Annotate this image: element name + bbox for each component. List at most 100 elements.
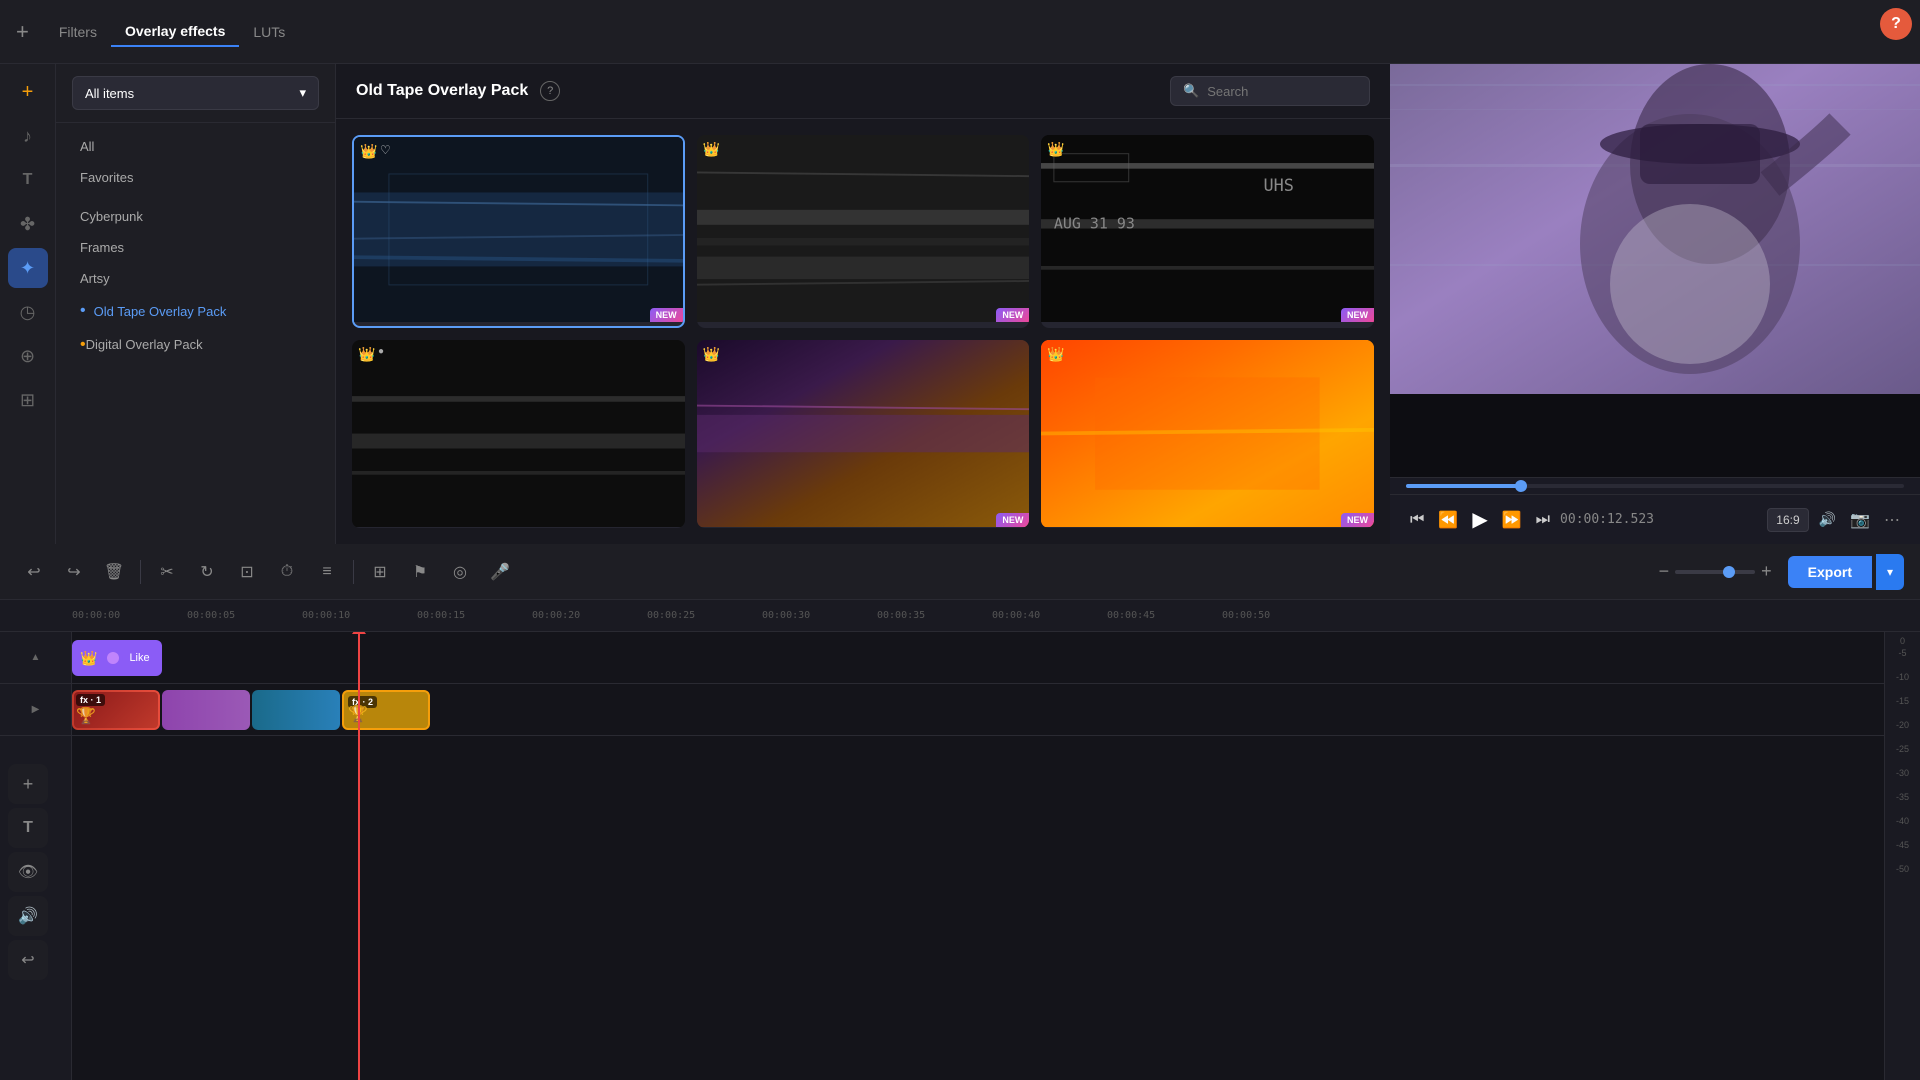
aspect-ratio-button[interactable]: 16:9 <box>1767 508 1808 532</box>
effect-card-tape1[interactable]: 👑 ♡ NEW Old tape 1 <box>352 135 685 328</box>
cut-button[interactable]: ✂ <box>149 554 185 590</box>
more-options-button[interactable]: ⋯ <box>1880 506 1904 534</box>
export-button[interactable]: Export <box>1788 556 1872 588</box>
new-badge-tape1: NEW <box>650 308 683 322</box>
crown-icon-tape3: 👑 <box>1047 141 1064 158</box>
category-item-cyberpunk[interactable]: Cyberpunk <box>56 201 335 232</box>
export-dropdown-button[interactable]: ▾ <box>1876 554 1904 590</box>
video-clip-3[interactable] <box>252 690 340 730</box>
help-icon[interactable]: ? <box>540 81 560 101</box>
sidebar-icon-grid[interactable]: ⊞ <box>8 380 48 420</box>
effect-card-tape5[interactable]: 👑 NEW Old tape 5 <box>697 340 1030 529</box>
new-badge-tape5: NEW <box>996 513 1029 527</box>
video-clip-1[interactable]: fx · 1 🏆 <box>72 690 160 730</box>
ruler-mark-0: 00:00:00 <box>72 610 120 621</box>
undo-button[interactable]: ↩ <box>16 554 52 590</box>
timecode-ms: .523 <box>1623 512 1654 527</box>
skip-forward-button[interactable]: ⏭ <box>1532 507 1554 533</box>
video-clip-2[interactable] <box>162 690 250 730</box>
pip-button[interactable]: ⊞ <box>362 554 398 590</box>
timeline-back-button[interactable]: ↩ <box>8 940 48 980</box>
effect-card-tape6[interactable]: 👑 NEW Old tape 6 <box>1041 340 1374 529</box>
stabilize-button[interactable]: ◎ <box>442 554 478 590</box>
sidebar-icon-timer[interactable]: ◷ <box>8 292 48 332</box>
snapshot-button[interactable]: 📷 <box>1846 506 1874 534</box>
crop-button[interactable]: ⊡ <box>229 554 265 590</box>
effect-name-tape4: Old tape 4 <box>352 527 685 528</box>
svg-text:AUG 31 93: AUG 31 93 <box>1054 215 1135 233</box>
sidebar-icon-sticker[interactable]: ✤ <box>8 204 48 244</box>
category-select[interactable]: All items ▾ <box>72 76 319 110</box>
add-button[interactable]: + <box>16 19 29 45</box>
zoom-in-button[interactable]: + <box>1761 561 1772 582</box>
mic-button[interactable]: 🎤 <box>482 554 518 590</box>
track-label-overlay: ▲ <box>0 632 71 684</box>
dot-icon-tape4: ● <box>378 346 384 357</box>
ruler-mark-40: 00:00:40 <box>992 610 1040 621</box>
crown-icon-tape4: 👑 <box>358 346 375 363</box>
zoom-out-button[interactable]: − <box>1659 561 1670 582</box>
heart-icon[interactable]: ♡ <box>380 143 391 157</box>
effect-card-tape3[interactable]: AUG 31 93 UHS 👑 NEW Old tape 3 <box>1041 135 1374 328</box>
crown-icon-tape2: 👑 <box>703 141 720 158</box>
effect-name-tape6: Old tape 6 <box>1041 527 1374 528</box>
ruler-mark-45: 00:00:45 <box>1107 610 1155 621</box>
step-forward-button[interactable]: ⏩ <box>1498 506 1526 534</box>
overlay-clip[interactable]: 👑 Like <box>72 640 162 676</box>
track-row-overlay: 👑 Like <box>72 632 1884 684</box>
timeline-vol-button[interactable]: 🔊 <box>8 896 48 936</box>
sidebar-icon-add[interactable]: + <box>8 72 48 112</box>
progress-bar[interactable] <box>1406 484 1904 488</box>
search-input[interactable] <box>1207 84 1383 99</box>
category-item-favorites[interactable]: Favorites <box>56 162 335 193</box>
crown-icon-tape5: 👑 <box>703 346 720 363</box>
category-item-old-tape[interactable]: Old Tape Overlay Pack <box>56 294 335 328</box>
timecode-main: 00:00:12 <box>1560 512 1623 527</box>
timecode: 00:00:12.523 <box>1560 512 1654 527</box>
delete-button[interactable]: 🗑 <box>96 554 132 590</box>
new-badge-tape6: NEW <box>1341 513 1374 527</box>
tab-luts[interactable]: LUTs <box>239 18 299 46</box>
tab-filters[interactable]: Filters <box>45 18 111 46</box>
volume-meter: 0 -5 -10 -15 -20 -25 -30 -35 -40 -45 -50 <box>1884 632 1920 1080</box>
toolbar-divider-1 <box>140 560 141 584</box>
track-row-video: fx · 1 🏆 fx · 2 🏆 <box>72 684 1884 736</box>
content-title: Old Tape Overlay Pack <box>356 82 528 100</box>
new-badge-tape3: NEW <box>1341 308 1374 322</box>
overlay-track-label: Like <box>129 652 149 664</box>
category-item-digital[interactable]: Digital Overlay Pack <box>56 328 335 362</box>
category-item-all[interactable]: All <box>56 131 335 162</box>
sidebar-icon-music[interactable]: ♪ <box>8 116 48 156</box>
ruler-mark-5: 00:00:05 <box>187 610 235 621</box>
adjust-button[interactable]: ≡ <box>309 554 345 590</box>
effect-name-tape3: Old tape 3 <box>1041 322 1374 327</box>
sidebar-icon-effects[interactable]: ✦ <box>8 248 48 288</box>
timeline-add-button[interactable]: + <box>8 764 48 804</box>
video-clip-4[interactable]: fx · 2 🏆 <box>342 690 430 730</box>
effect-card-tape2[interactable]: 👑 NEW Old tape 2 <box>697 135 1030 328</box>
help-button[interactable]: ? <box>1880 8 1912 40</box>
play-button[interactable]: ▶ <box>1468 503 1491 536</box>
ruler-mark-15: 00:00:15 <box>417 610 465 621</box>
ruler-mark-30: 00:00:30 <box>762 610 810 621</box>
sidebar-icon-puzzle[interactable]: ⊕ <box>8 336 48 376</box>
rotate-button[interactable]: ↻ <box>189 554 225 590</box>
track-row-empty <box>72 736 1884 916</box>
category-item-artsy[interactable]: Artsy <box>56 263 335 294</box>
speed-button[interactable]: ⏱ <box>269 554 305 590</box>
category-select-label: All items <box>85 86 134 101</box>
ruler-mark-20: 00:00:20 <box>532 610 580 621</box>
skip-back-button[interactable]: ⏮ <box>1406 507 1428 533</box>
timeline-text-button[interactable]: T <box>8 808 48 848</box>
category-item-frames[interactable]: Frames <box>56 232 335 263</box>
volume-button[interactable]: 🔊 <box>1815 507 1840 532</box>
timeline-eye-button[interactable]: 👁 <box>8 852 48 892</box>
crown-icon-tape6: 👑 <box>1047 346 1064 363</box>
effect-card-tape4[interactable]: 👑 ● Old tape 4 <box>352 340 685 529</box>
tab-overlay-effects[interactable]: Overlay effects <box>111 17 239 47</box>
sidebar-icon-text[interactable]: T <box>8 160 48 200</box>
flag-button[interactable]: ⚑ <box>402 554 438 590</box>
step-back-button[interactable]: ⏪ <box>1434 506 1462 534</box>
zoom-slider[interactable] <box>1675 570 1755 574</box>
redo-button[interactable]: ↪ <box>56 554 92 590</box>
